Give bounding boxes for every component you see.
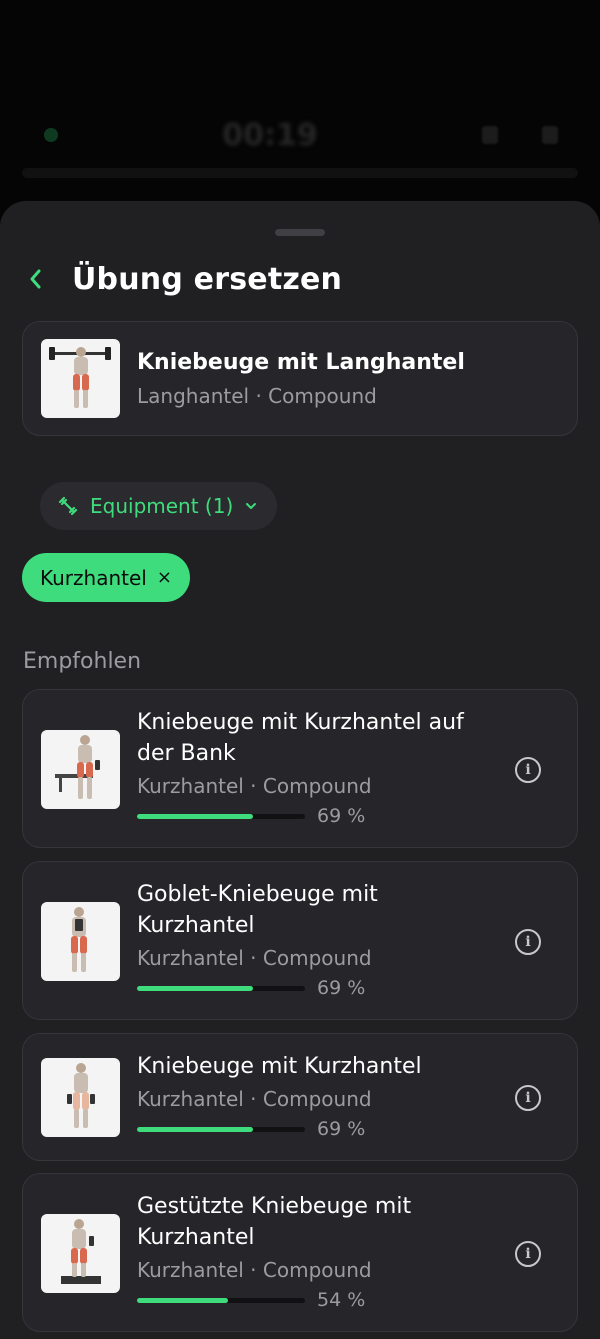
current-exercise-name: Kniebeuge mit Langhantel [137,350,465,375]
chip-label: Kurzhantel [40,565,147,590]
exercise-subtitle: Kurzhantel · Compound [137,946,372,970]
match-progress-bar [137,814,305,819]
equipment-filter-button[interactable]: Equipment (1) [40,482,277,530]
current-exercise-subtitle: Langhantel · Compound [137,384,377,408]
exercise-name: Kniebeuge mit Kurzhantel [137,1054,422,1079]
match-percentage: 69 % [317,1118,366,1140]
match-progress-fill [137,986,253,991]
match-progress-bar [137,986,305,991]
match-percentage: 54 % [317,1289,366,1311]
active-filter-chip-kurzhantel[interactable]: Kurzhantel × [22,553,190,602]
background-toolbar: 00:19 [0,100,600,170]
match-percentage: 69 % [317,977,366,999]
background-timer: 00:19 [222,117,318,153]
exercise-name: Goblet-Kniebeuge mit Kurzhantel [137,882,378,938]
exercise-subtitle: Kurzhantel · Compound [137,774,372,798]
info-icon: i [525,762,531,778]
sheet-drag-handle[interactable] [275,229,325,236]
match-progress-bar [137,1127,305,1132]
sheet-header: Übung ersetzen [0,253,600,305]
exercise-name: Kniebeuge mit Kurzhantel auf der Bank [137,710,464,766]
bench-dumbbell-squat-thumbnail [41,730,120,809]
goblet-squat-thumbnail [41,902,120,981]
recommendation-card[interactable]: Goblet-Kniebeuge mit Kurzhantel Kurzhante… [22,861,578,1020]
background-status-dot [44,128,58,142]
exercise-subtitle: Kurzhantel · Compound [137,1258,372,1282]
background-icon [482,126,498,144]
close-icon[interactable]: × [157,567,172,588]
info-button[interactable]: i [515,1241,541,1267]
exercise-name: Gestützte Kniebeuge mit Kurzhantel [137,1194,412,1250]
match-progress-fill [137,1298,228,1303]
background-icons [482,126,558,144]
page-title: Übung ersetzen [72,261,343,297]
background-progress [22,168,578,178]
chevron-down-icon [245,502,257,510]
recommendation-card[interactable]: Kniebeuge mit Kurzhantel Kurzhantel · Co… [22,1033,578,1161]
match-progress-fill [137,1127,253,1132]
chevron-left-icon [30,269,41,289]
info-icon: i [525,1090,531,1106]
match-percentage: 69 % [317,805,366,827]
barbell-squat-thumbnail [41,339,120,418]
info-button[interactable]: i [515,1085,541,1111]
replace-exercise-sheet: Übung ersetzen Kniebeuge mit Langhantel … [0,201,600,1339]
recommendation-card[interactable]: Kniebeuge mit Kurzhantel auf der Bank Kur… [22,689,578,848]
dumbbell-squat-thumbnail [41,1058,120,1137]
info-button[interactable]: i [515,929,541,955]
info-icon: i [525,1246,531,1262]
info-button[interactable]: i [515,757,541,783]
match-progress-bar [137,1298,305,1303]
dumbbell-icon [58,496,78,516]
background-app: 00:19 [0,0,600,230]
exercise-subtitle: Kurzhantel · Compound [137,1087,372,1111]
info-icon: i [525,934,531,950]
section-heading-recommended: Empfohlen [23,649,142,674]
recommendation-card[interactable]: Gestützte Kniebeuge mit Kurzhantel Kurzha… [22,1173,578,1332]
match-progress-fill [137,814,253,819]
supported-squat-thumbnail [41,1214,120,1293]
equipment-filter-label: Equipment (1) [90,494,234,518]
current-exercise-card: Kniebeuge mit Langhantel Langhantel · Co… [22,321,578,436]
background-icon [542,126,558,144]
back-button[interactable] [20,259,50,299]
